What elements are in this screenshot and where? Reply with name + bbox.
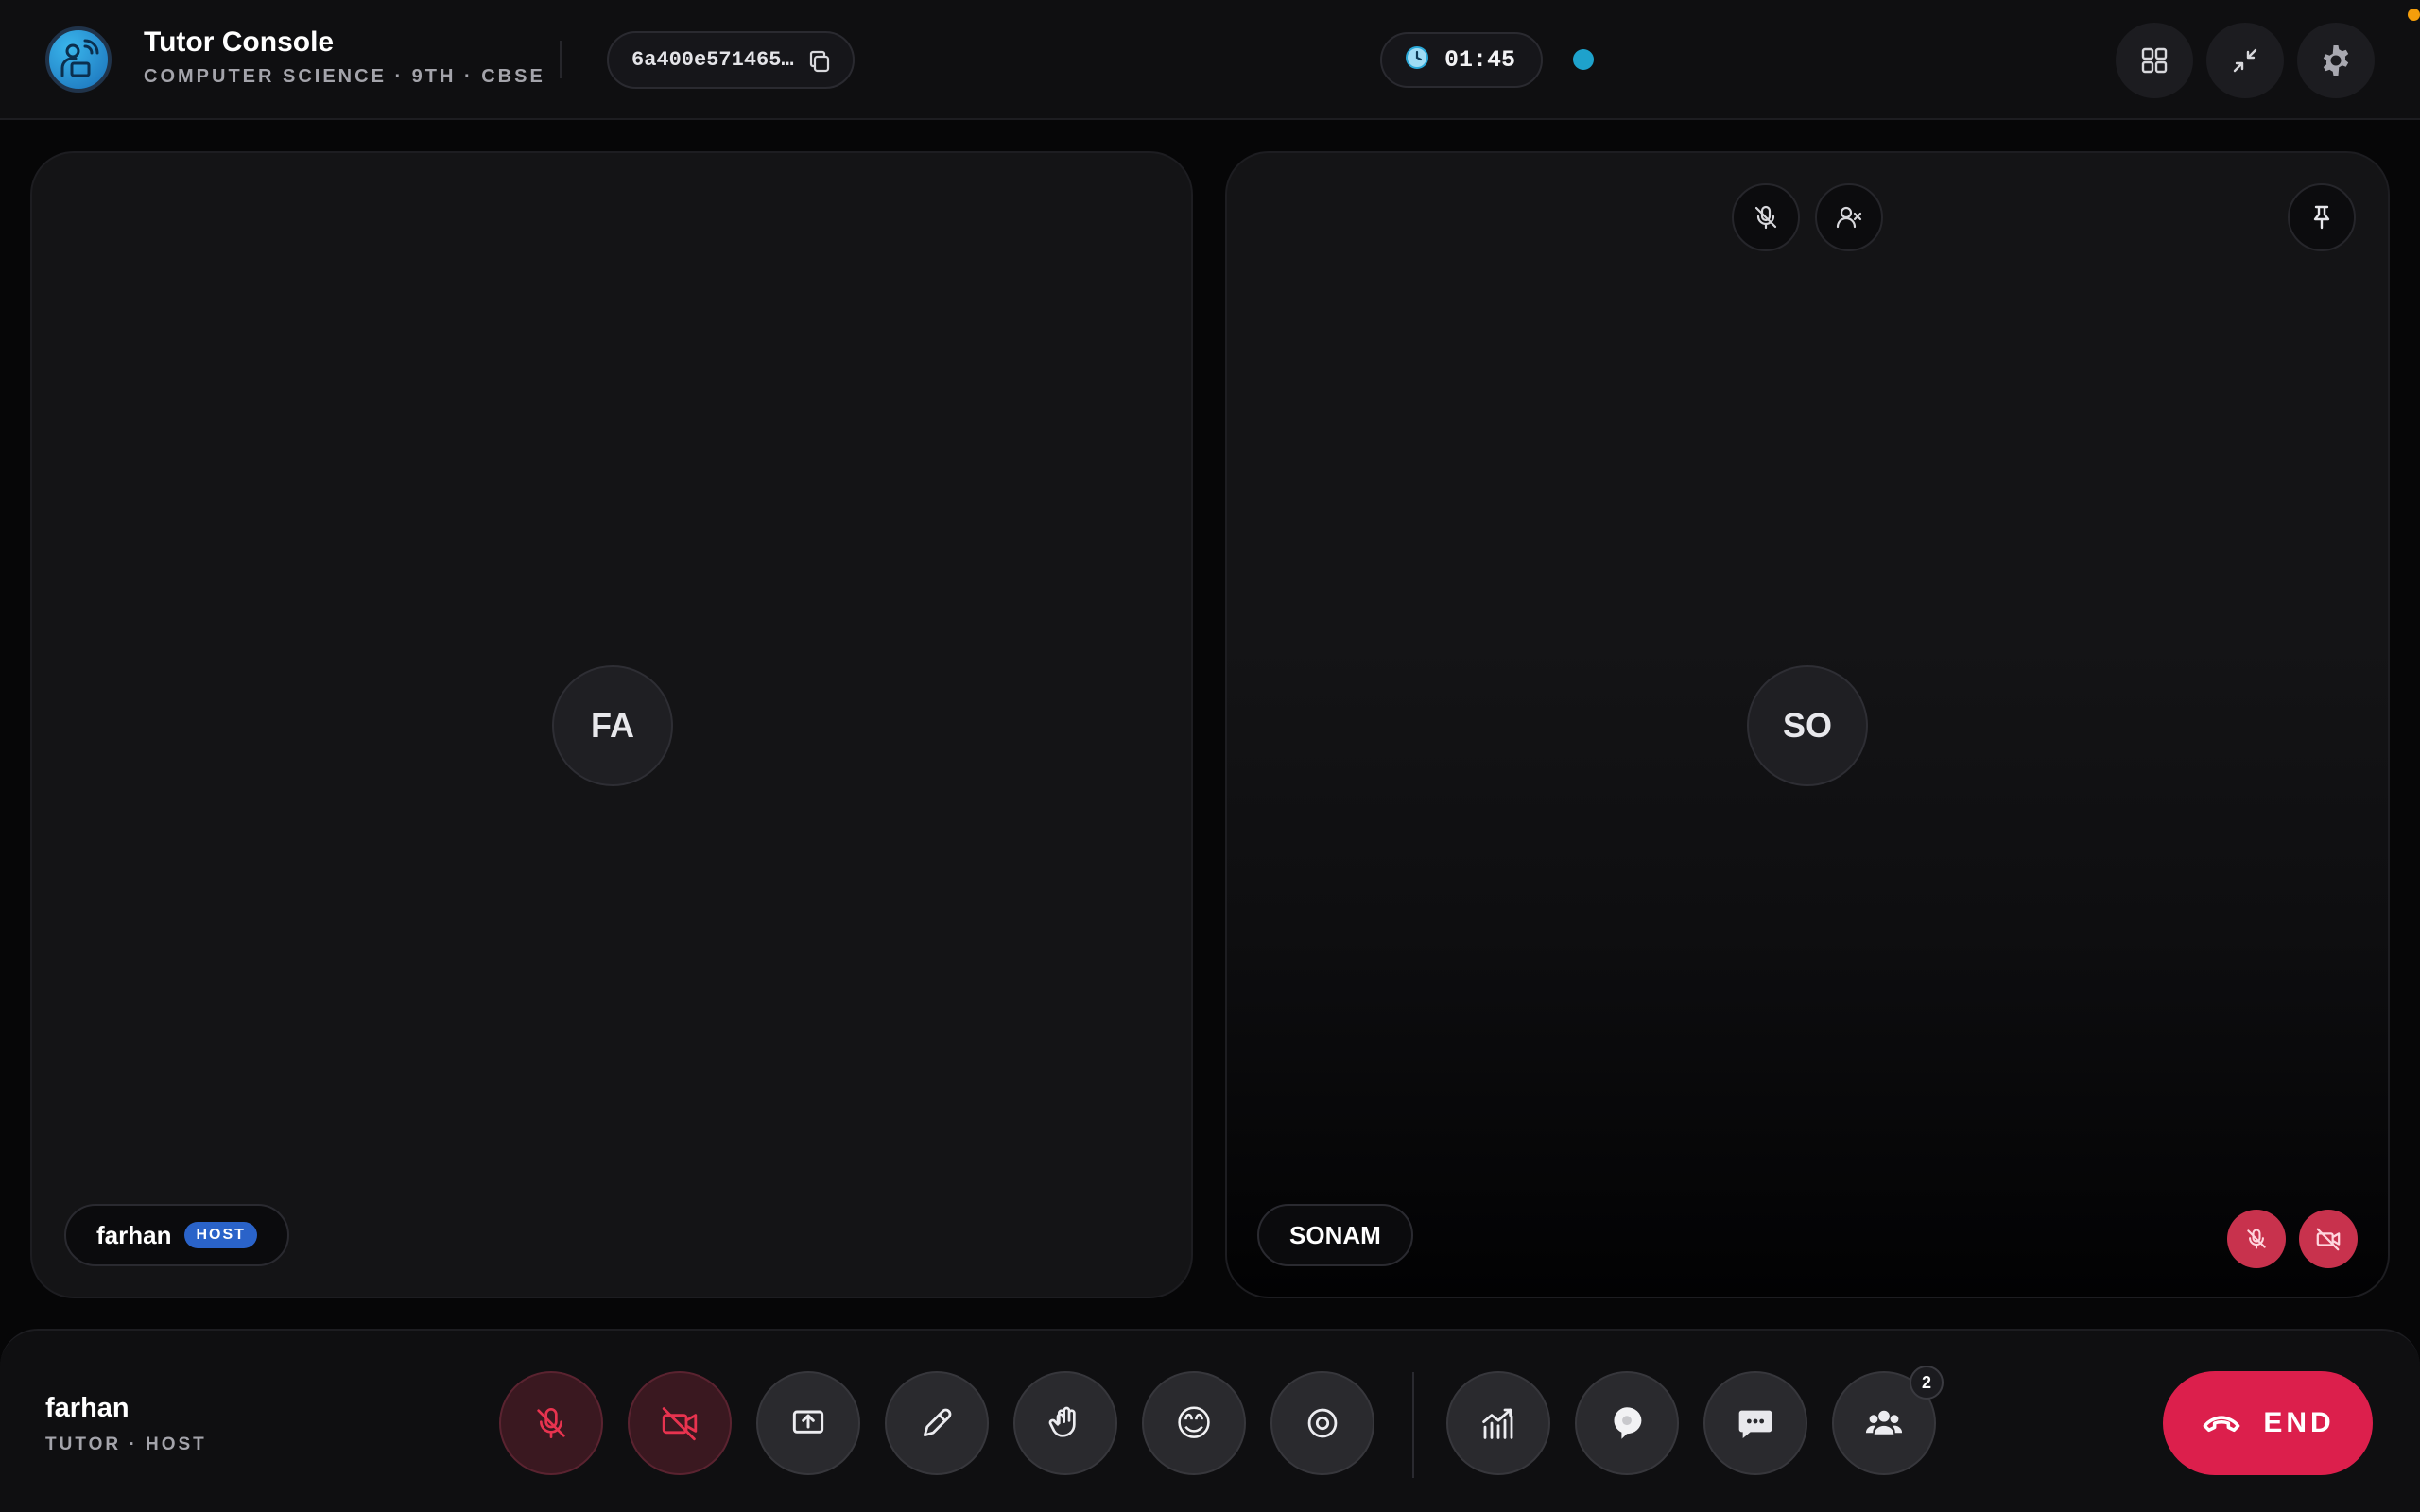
minimize-icon xyxy=(2233,48,2257,73)
raise-hand-button[interactable] xyxy=(1013,1371,1117,1475)
video-tile-sonam[interactable]: SO SONAM xyxy=(1225,151,2390,1298)
hang-up-icon xyxy=(2203,1416,2240,1433)
live-indicator xyxy=(1573,49,1594,70)
tutor-console-app: Tutor Console COMPUTER SCIENCE · 9TH · C… xyxy=(0,0,2420,1512)
record-button[interactable] xyxy=(1270,1371,1374,1475)
app-title: Tutor Console xyxy=(144,26,335,58)
avatar: FA xyxy=(552,665,673,786)
analytics-icon xyxy=(1482,1408,1513,1439)
user-remove-icon xyxy=(1836,206,1862,229)
mic-muted-indicator xyxy=(2227,1210,2286,1268)
toolbar-divider xyxy=(1412,1372,1414,1478)
remove-participant-button[interactable] xyxy=(1815,183,1883,251)
participant-name-tag: farhan HOST xyxy=(64,1204,289,1266)
participant-name: SONAM xyxy=(1289,1220,1381,1249)
mic-off-icon xyxy=(1754,205,1777,230)
assistant-bubble-icon xyxy=(1614,1407,1642,1439)
pin-tile-button[interactable] xyxy=(2288,183,2356,251)
camera-off-icon xyxy=(2316,1228,2341,1251)
class-subtitle: COMPUTER SCIENCE · 9TH · CBSE xyxy=(144,66,545,87)
gear-icon xyxy=(2323,45,2349,76)
toggle-camera-button[interactable] xyxy=(628,1371,732,1475)
pin-icon xyxy=(2313,205,2330,230)
share-screen-icon xyxy=(792,1410,824,1434)
header-divider xyxy=(560,41,562,78)
pencil-icon xyxy=(923,1408,952,1437)
mute-participant-button[interactable] xyxy=(1732,183,1800,251)
avatar: SO xyxy=(1747,665,1868,786)
ai-assistant-button[interactable] xyxy=(1575,1371,1679,1475)
clock-icon xyxy=(1405,45,1429,75)
room-id-text: 6a400e571465… xyxy=(631,48,794,72)
self-role: TUTOR · HOST xyxy=(45,1435,207,1454)
mic-off-icon xyxy=(2247,1228,2266,1249)
participant-name: farhan xyxy=(96,1220,172,1249)
grid-layout-icon xyxy=(2141,47,2168,74)
hand-icon xyxy=(1048,1406,1076,1437)
analytics-button[interactable] xyxy=(1446,1371,1550,1475)
toggle-mic-button[interactable] xyxy=(499,1371,603,1475)
top-header: Tutor Console COMPUTER SCIENCE · 9TH · C… xyxy=(0,0,2420,120)
share-screen-button[interactable] xyxy=(756,1371,860,1475)
mic-off-icon xyxy=(537,1408,565,1438)
camera-off-indicator xyxy=(2299,1210,2358,1268)
host-badge: HOST xyxy=(184,1222,257,1248)
self-name: farhan xyxy=(45,1393,130,1423)
copy-icon[interactable] xyxy=(807,49,832,74)
minimize-button[interactable] xyxy=(2206,23,2284,98)
participants-count-badge: 2 xyxy=(1910,1366,1944,1400)
end-call-label: END xyxy=(2263,1407,2335,1438)
notification-dot xyxy=(2408,9,2420,21)
smile-emoji-icon: 😊 xyxy=(1175,1403,1213,1444)
record-icon xyxy=(1307,1408,1338,1438)
bottom-toolbar: farhan TUTOR · HOST 😊 2 END xyxy=(0,1329,2420,1512)
tutor-logo-icon xyxy=(45,26,112,93)
participant-name-tag: SONAM xyxy=(1257,1204,1413,1266)
video-tile-farhan[interactable]: FA farhan HOST xyxy=(30,151,1193,1298)
settings-button[interactable] xyxy=(2297,23,2375,98)
session-timer: 01:45 xyxy=(1380,32,1543,88)
chat-icon xyxy=(1738,1410,1772,1438)
room-id-pill[interactable]: 6a400e571465… xyxy=(607,31,855,89)
camera-off-icon xyxy=(662,1407,698,1441)
chat-button[interactable] xyxy=(1703,1371,1807,1475)
grid-layout-button[interactable] xyxy=(2116,23,2193,98)
annotate-button[interactable] xyxy=(885,1371,989,1475)
people-icon xyxy=(1865,1410,1903,1435)
timer-value: 01:45 xyxy=(1444,46,1516,74)
reactions-button[interactable]: 😊 xyxy=(1142,1371,1246,1475)
end-call-button[interactable]: END xyxy=(2163,1371,2373,1475)
